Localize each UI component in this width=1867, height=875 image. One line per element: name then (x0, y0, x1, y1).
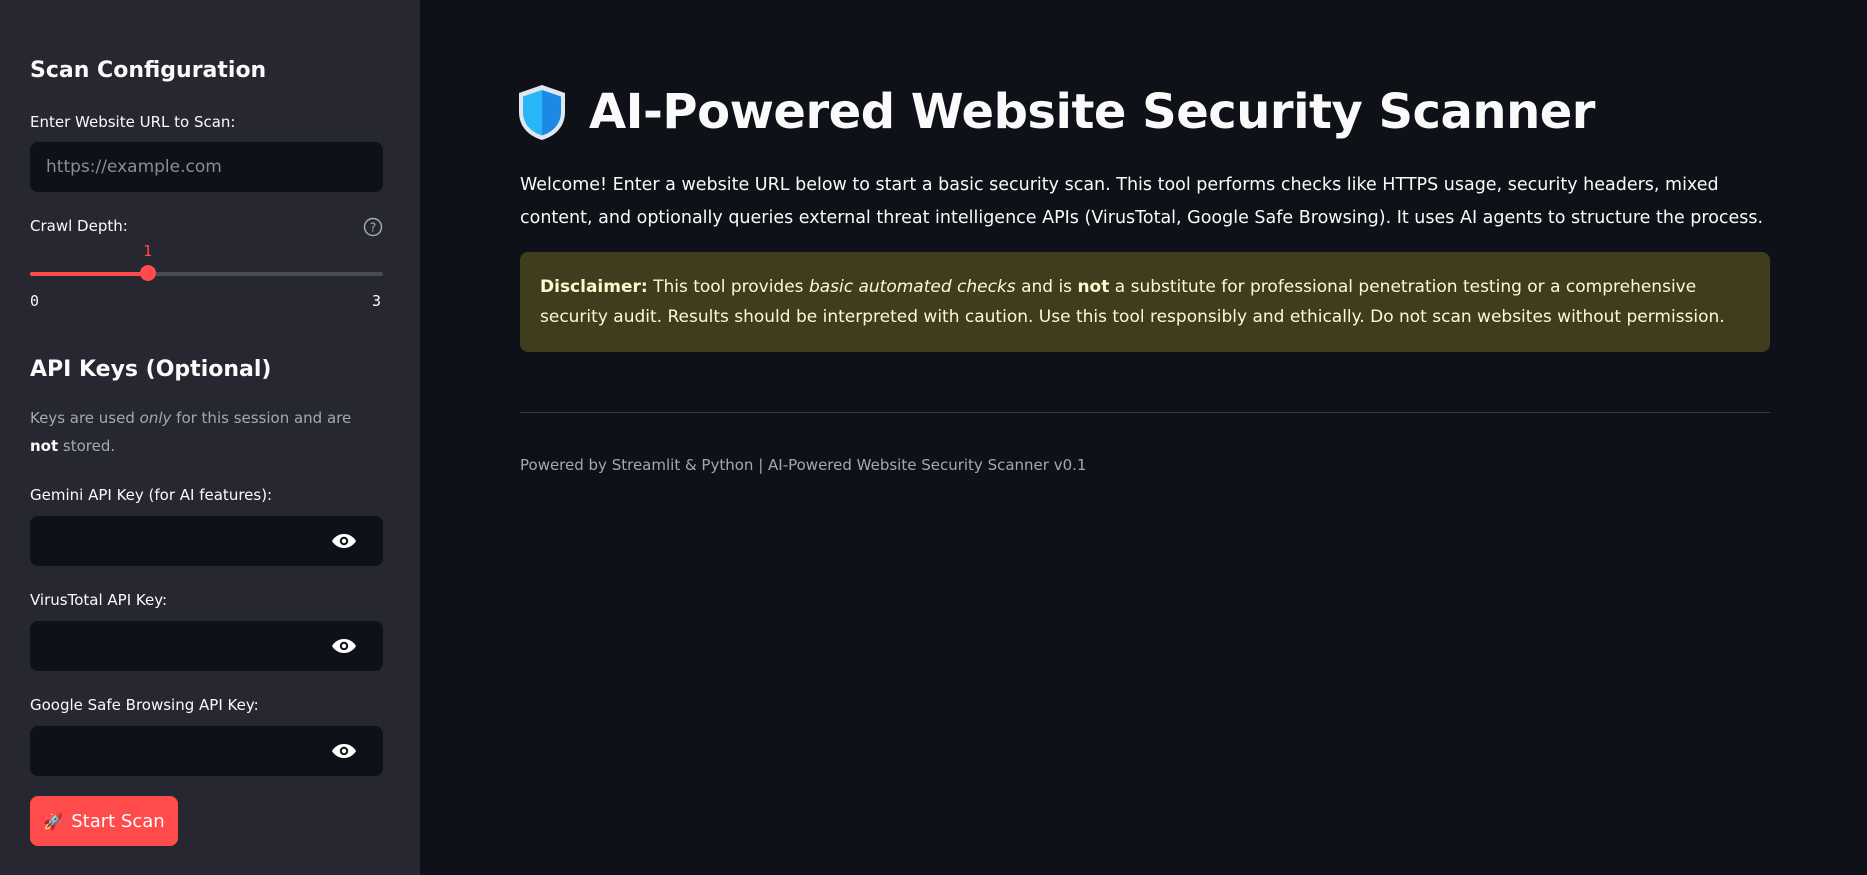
title-row: AI-Powered Website Security Scanner (515, 82, 1595, 142)
crawl-depth-min: 0 (30, 292, 40, 310)
page-title: AI-Powered Website Security Scanner (589, 84, 1595, 140)
eye-icon[interactable] (331, 741, 357, 761)
api-keys-heading: API Keys (Optional) (30, 357, 272, 382)
start-scan-button[interactable]: 🚀 Start Scan (30, 796, 178, 846)
disclaimer-strong: not (1077, 277, 1110, 297)
rocket-icon: 🚀 (43, 811, 64, 831)
slider-fill (30, 272, 148, 276)
safebrowsing-key-label: Google Safe Browsing API Key: (30, 696, 259, 714)
gemini-key-label: Gemini API Key (for AI features): (30, 486, 273, 504)
disclaimer-text: This tool provides (647, 277, 809, 297)
start-scan-label: Start Scan (71, 810, 165, 832)
eye-icon[interactable] (331, 636, 357, 656)
intro-text: Welcome! Enter a website URL below to st… (520, 175, 1764, 228)
crawl-depth-max: 3 (372, 292, 382, 310)
virustotal-key-input[interactable] (30, 621, 383, 671)
svg-text:?: ? (370, 221, 376, 235)
caption-emphasis: only (139, 409, 172, 427)
gemini-key-input[interactable] (30, 516, 383, 566)
caption-text: stored. (58, 437, 116, 455)
url-placeholder: https://example.com (46, 157, 222, 177)
disclaimer-text: and is (1015, 277, 1078, 297)
shield-icon (519, 85, 565, 140)
disclaimer-label: Disclaimer: (540, 277, 648, 297)
caption-text: Keys are used (30, 409, 140, 427)
crawl-depth-slider[interactable] (30, 265, 383, 281)
url-input[interactable]: https://example.com (30, 142, 383, 192)
help-icon[interactable]: ? (363, 217, 383, 237)
sidebar: Scan Configuration Enter Website URL to … (0, 0, 420, 875)
app-root: Scan Configuration Enter Website URL to … (0, 0, 1867, 875)
eye-icon[interactable] (331, 531, 357, 551)
scan-config-heading: Scan Configuration (30, 58, 267, 83)
slider-thumb[interactable] (139, 265, 156, 281)
disclaimer-box: Disclaimer: This tool provides basic aut… (520, 252, 1770, 352)
footer-text: Powered by Streamlit & Python | AI-Power… (520, 456, 1087, 474)
crawl-depth-label: Crawl Depth: (30, 217, 128, 235)
caption-strong: not (30, 437, 59, 455)
crawl-depth-value: 1 (143, 242, 153, 260)
url-label: Enter Website URL to Scan: (30, 113, 236, 131)
main-content: AI-Powered Website Security Scanner Welc… (420, 0, 1867, 875)
safebrowsing-key-input[interactable] (30, 726, 383, 776)
divider (520, 412, 1770, 413)
disclaimer-emphasis: basic automated checks (808, 277, 1016, 297)
virustotal-key-label: VirusTotal API Key: (30, 591, 168, 609)
api-keys-caption: Keys are used only for this session and … (30, 404, 383, 460)
caption-text: for this session and are (171, 409, 352, 427)
